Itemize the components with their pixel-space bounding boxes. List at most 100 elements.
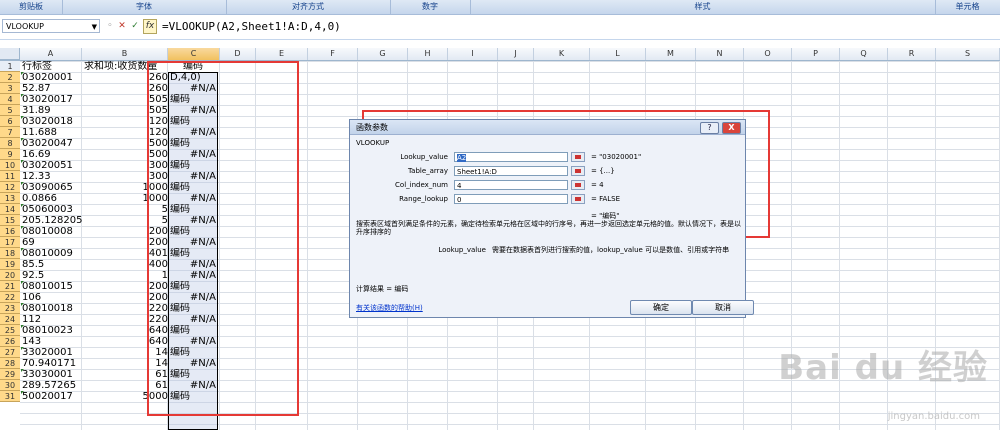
dialog-title-bar[interactable]: 函数参数 ? X (350, 120, 745, 135)
cell-a[interactable]: 08010015 (22, 281, 82, 292)
collapse-range-icon[interactable] (571, 166, 585, 176)
row-header[interactable]: 31 (0, 391, 20, 402)
cell-a[interactable]: 33030001 (22, 369, 82, 380)
cell-a[interactable]: 12.33 (22, 171, 82, 182)
row-header[interactable]: 13 (0, 193, 20, 204)
cancel-icon[interactable]: ✕ (116, 19, 128, 33)
row-header[interactable]: 1 (0, 61, 20, 72)
select-all-corner[interactable] (0, 48, 20, 60)
cell-a[interactable]: 289.57265 (22, 380, 82, 391)
collapse-range-icon[interactable] (571, 180, 585, 190)
cell-a[interactable]: 69 (22, 237, 82, 248)
row-header[interactable]: 26 (0, 336, 20, 347)
cell-a[interactable]: 08010018 (22, 303, 82, 314)
arg-input-col-index[interactable]: 4 (454, 180, 568, 190)
ribbon-group-alignment[interactable]: 对齐方式 (226, 0, 391, 14)
name-box[interactable]: VLOOKUP ▼ (2, 19, 100, 33)
close-icon[interactable]: X (722, 122, 741, 134)
row-header[interactable]: 14 (0, 204, 20, 215)
row-header[interactable]: 24 (0, 314, 20, 325)
arg-input-range-lookup[interactable]: 0 (454, 194, 568, 204)
column-header-c[interactable]: C (168, 48, 220, 60)
row-header[interactable]: 11 (0, 171, 20, 182)
column-header-p[interactable]: P (792, 48, 840, 60)
column-header-a[interactable]: A (20, 48, 82, 60)
arg-input-lookup-value[interactable]: A2 (454, 152, 568, 162)
row-header[interactable]: 12 (0, 182, 20, 193)
cell-a[interactable]: 03020017 (22, 94, 82, 105)
column-header-i[interactable]: I (448, 48, 498, 60)
cell-a[interactable]: 08010009 (22, 248, 82, 259)
cell-a[interactable]: 85.5 (22, 259, 82, 270)
cell-a[interactable]: 52.87 (22, 83, 82, 94)
cell-a[interactable]: 31.89 (22, 105, 82, 116)
cell-a[interactable]: 05060003 (22, 204, 82, 215)
column-header-h[interactable]: H (408, 48, 448, 60)
row-header[interactable]: 18 (0, 248, 20, 259)
cell-a[interactable]: 143 (22, 336, 82, 347)
cell-a[interactable]: 行标签 (22, 61, 82, 72)
cell-a[interactable]: 03090065 (22, 182, 82, 193)
cancel-button[interactable]: 取消 (692, 300, 754, 315)
cell-a[interactable]: 03020051 (22, 160, 82, 171)
row-header[interactable]: 5 (0, 105, 20, 116)
row-header[interactable]: 9 (0, 149, 20, 160)
row-header[interactable]: 21 (0, 281, 20, 292)
collapse-range-icon[interactable] (571, 152, 585, 162)
cell-a[interactable]: 0.0866 (22, 193, 82, 204)
column-header-g[interactable]: G (358, 48, 408, 60)
ok-button[interactable]: 确定 (630, 300, 692, 315)
cell-a[interactable]: 03020001 (22, 72, 82, 83)
row-header[interactable]: 15 (0, 215, 20, 226)
column-header-m[interactable]: M (646, 48, 696, 60)
help-icon[interactable]: ? (700, 122, 719, 134)
column-header-b[interactable]: B (82, 48, 168, 60)
row-header[interactable]: 28 (0, 358, 20, 369)
row-header[interactable]: 22 (0, 292, 20, 303)
row-header[interactable]: 2 (0, 72, 20, 83)
row-header[interactable]: 6 (0, 116, 20, 127)
insert-function-icon[interactable]: fx (143, 19, 157, 34)
cell-a[interactable]: 16.69 (22, 149, 82, 160)
collapse-range-icon[interactable] (571, 194, 585, 204)
row-header[interactable]: 20 (0, 270, 20, 281)
check-icon[interactable]: ✓ (129, 19, 141, 33)
cell-a[interactable]: 03020018 (22, 116, 82, 127)
row-header[interactable]: 23 (0, 303, 20, 314)
column-header-f[interactable]: F (308, 48, 358, 60)
column-header-l[interactable]: L (590, 48, 646, 60)
cell-a[interactable]: 112 (22, 314, 82, 325)
arg-input-table-array[interactable]: Sheet1!A:D (454, 166, 568, 176)
row-header[interactable]: 8 (0, 138, 20, 149)
column-header-s[interactable]: S (936, 48, 1000, 60)
cell-a[interactable]: 08010008 (22, 226, 82, 237)
cell-a[interactable]: 106 (22, 292, 82, 303)
expand-dots-icon[interactable]: ◦ (104, 19, 116, 33)
row-header[interactable]: 29 (0, 369, 20, 380)
cell-a[interactable]: 03020047 (22, 138, 82, 149)
row-header[interactable]: 19 (0, 259, 20, 270)
ribbon-group-font[interactable]: 字体 (62, 0, 227, 14)
row-header[interactable]: 25 (0, 325, 20, 336)
column-header-n[interactable]: N (696, 48, 744, 60)
row-header[interactable]: 16 (0, 226, 20, 237)
cell-a[interactable]: 92.5 (22, 270, 82, 281)
cell-a[interactable]: 70.940171 (22, 358, 82, 369)
cell-a[interactable]: 11.688 (22, 127, 82, 138)
column-header-q[interactable]: Q (840, 48, 888, 60)
row-header[interactable]: 17 (0, 237, 20, 248)
row-header[interactable]: 30 (0, 380, 20, 391)
column-header-j[interactable]: J (498, 48, 534, 60)
row-header[interactable]: 7 (0, 127, 20, 138)
cell-a[interactable]: 50020017 (22, 391, 82, 402)
ribbon-group-clipboard[interactable]: 剪贴板 (0, 0, 63, 14)
cell-a[interactable]: 205.128205 (22, 215, 82, 226)
ribbon-group-number[interactable]: 数字 (390, 0, 471, 14)
column-header-d[interactable]: D (220, 48, 256, 60)
row-header[interactable]: 10 (0, 160, 20, 171)
row-header[interactable]: 3 (0, 83, 20, 94)
chevron-down-icon[interactable]: ▼ (92, 20, 97, 34)
column-header-r[interactable]: R (888, 48, 936, 60)
help-link[interactable]: 有关该函数的帮助(H) (356, 303, 423, 313)
column-header-o[interactable]: O (744, 48, 792, 60)
